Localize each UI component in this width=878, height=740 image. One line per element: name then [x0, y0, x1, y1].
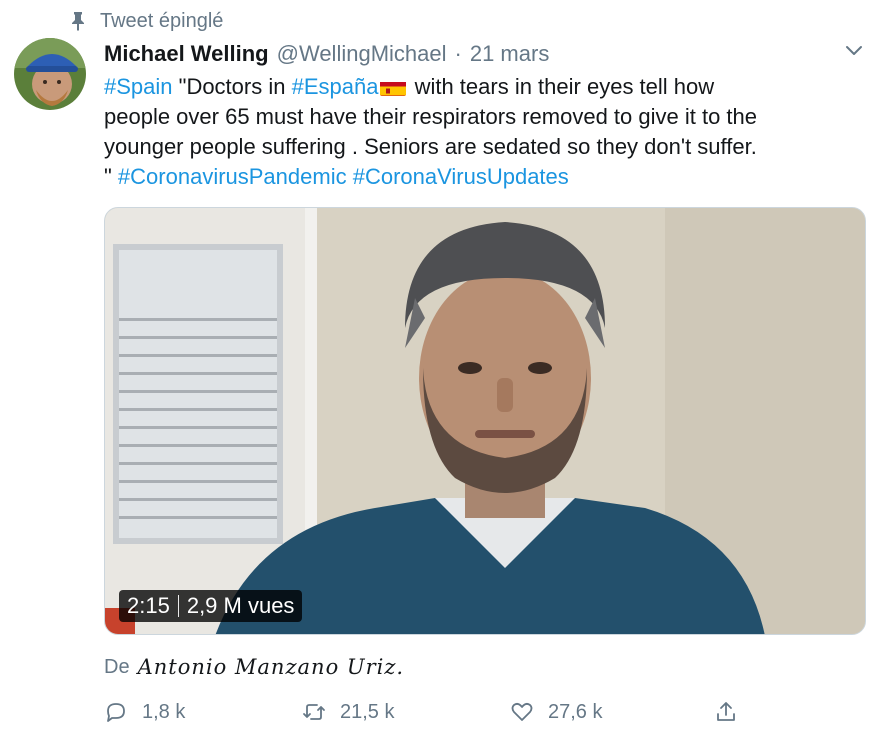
pin-icon: [72, 12, 84, 31]
tweet-text-segment: "Doctors in: [172, 74, 292, 99]
video-duration: 2:15: [127, 593, 170, 618]
credit-prefix: De: [104, 655, 130, 678]
caret-down-icon[interactable]: [844, 40, 864, 60]
retweet-icon: [303, 704, 325, 720]
reply-icon: [107, 703, 125, 722]
video-views: 2,9 M vues: [186, 593, 295, 618]
tweet-line-4: " #CoronavirusPandemic #CoronaVirusUpdat…: [104, 162, 874, 192]
separator-dot: ·: [454, 41, 462, 66]
reply-count: 1,8 k: [142, 700, 186, 723]
tweet-line-2: people over 65 must have their respirato…: [104, 104, 758, 129]
video-thumbnail: [105, 208, 865, 634]
spain-flag-icon: [380, 78, 407, 96]
tweet-line-3: younger people suffering . Seniors are s…: [104, 134, 757, 159]
tweet-text-segment: ": [104, 164, 118, 189]
tweet-line-1: #Spain "Doctors in #España with tears in…: [104, 72, 874, 102]
avatar[interactable]: [14, 38, 86, 110]
pinned-tweet-indicator: Tweet épinglé: [70, 8, 223, 34]
video-player[interactable]: 2:15 2,9 M vues: [104, 207, 866, 635]
author-display-name[interactable]: Michael Welling: [104, 41, 269, 67]
video-info-overlay: 2:15 2,9 M vues: [119, 590, 303, 622]
hashtag-coronavirus-pandemic[interactable]: #CoronavirusPandemic: [118, 164, 347, 189]
retweet-button[interactable]: 21,5 k: [302, 696, 394, 728]
overlay-divider: [177, 595, 179, 617]
like-count: 27,6 k: [548, 700, 603, 723]
avatar-image: [14, 38, 86, 110]
hashtag-spain[interactable]: #Spain: [104, 74, 173, 99]
share-button[interactable]: [714, 696, 752, 728]
media-credit: De Antonio Manzano Uriz.: [104, 652, 404, 682]
pinned-label: Tweet épinglé: [100, 9, 224, 32]
hashtag-coronavirus-updates[interactable]: #CoronaVirusUpdates: [353, 164, 569, 189]
credit-name[interactable]: Antonio Manzano Uriz.: [138, 655, 405, 679]
hashtag-espana[interactable]: #España: [292, 74, 379, 99]
share-icon: [717, 702, 735, 721]
tweet-header: Michael Welling @WellingMichael · 21 mar…: [104, 38, 549, 70]
reply-button[interactable]: 1,8 k: [104, 696, 185, 728]
tweet-actions: 1,8 k 21,5 k 27,6 k: [104, 696, 864, 728]
tweet-date[interactable]: 21 mars: [470, 41, 549, 67]
like-icon: [511, 702, 533, 721]
retweet-count: 21,5 k: [340, 700, 395, 723]
author-handle[interactable]: @WellingMichael: [277, 41, 447, 67]
tweet-text-segment: with tears in their eyes tell how: [408, 74, 715, 99]
tweet-text: #Spain "Doctors in #España with tears in…: [104, 72, 874, 192]
like-button[interactable]: 27,6 k: [510, 696, 602, 728]
